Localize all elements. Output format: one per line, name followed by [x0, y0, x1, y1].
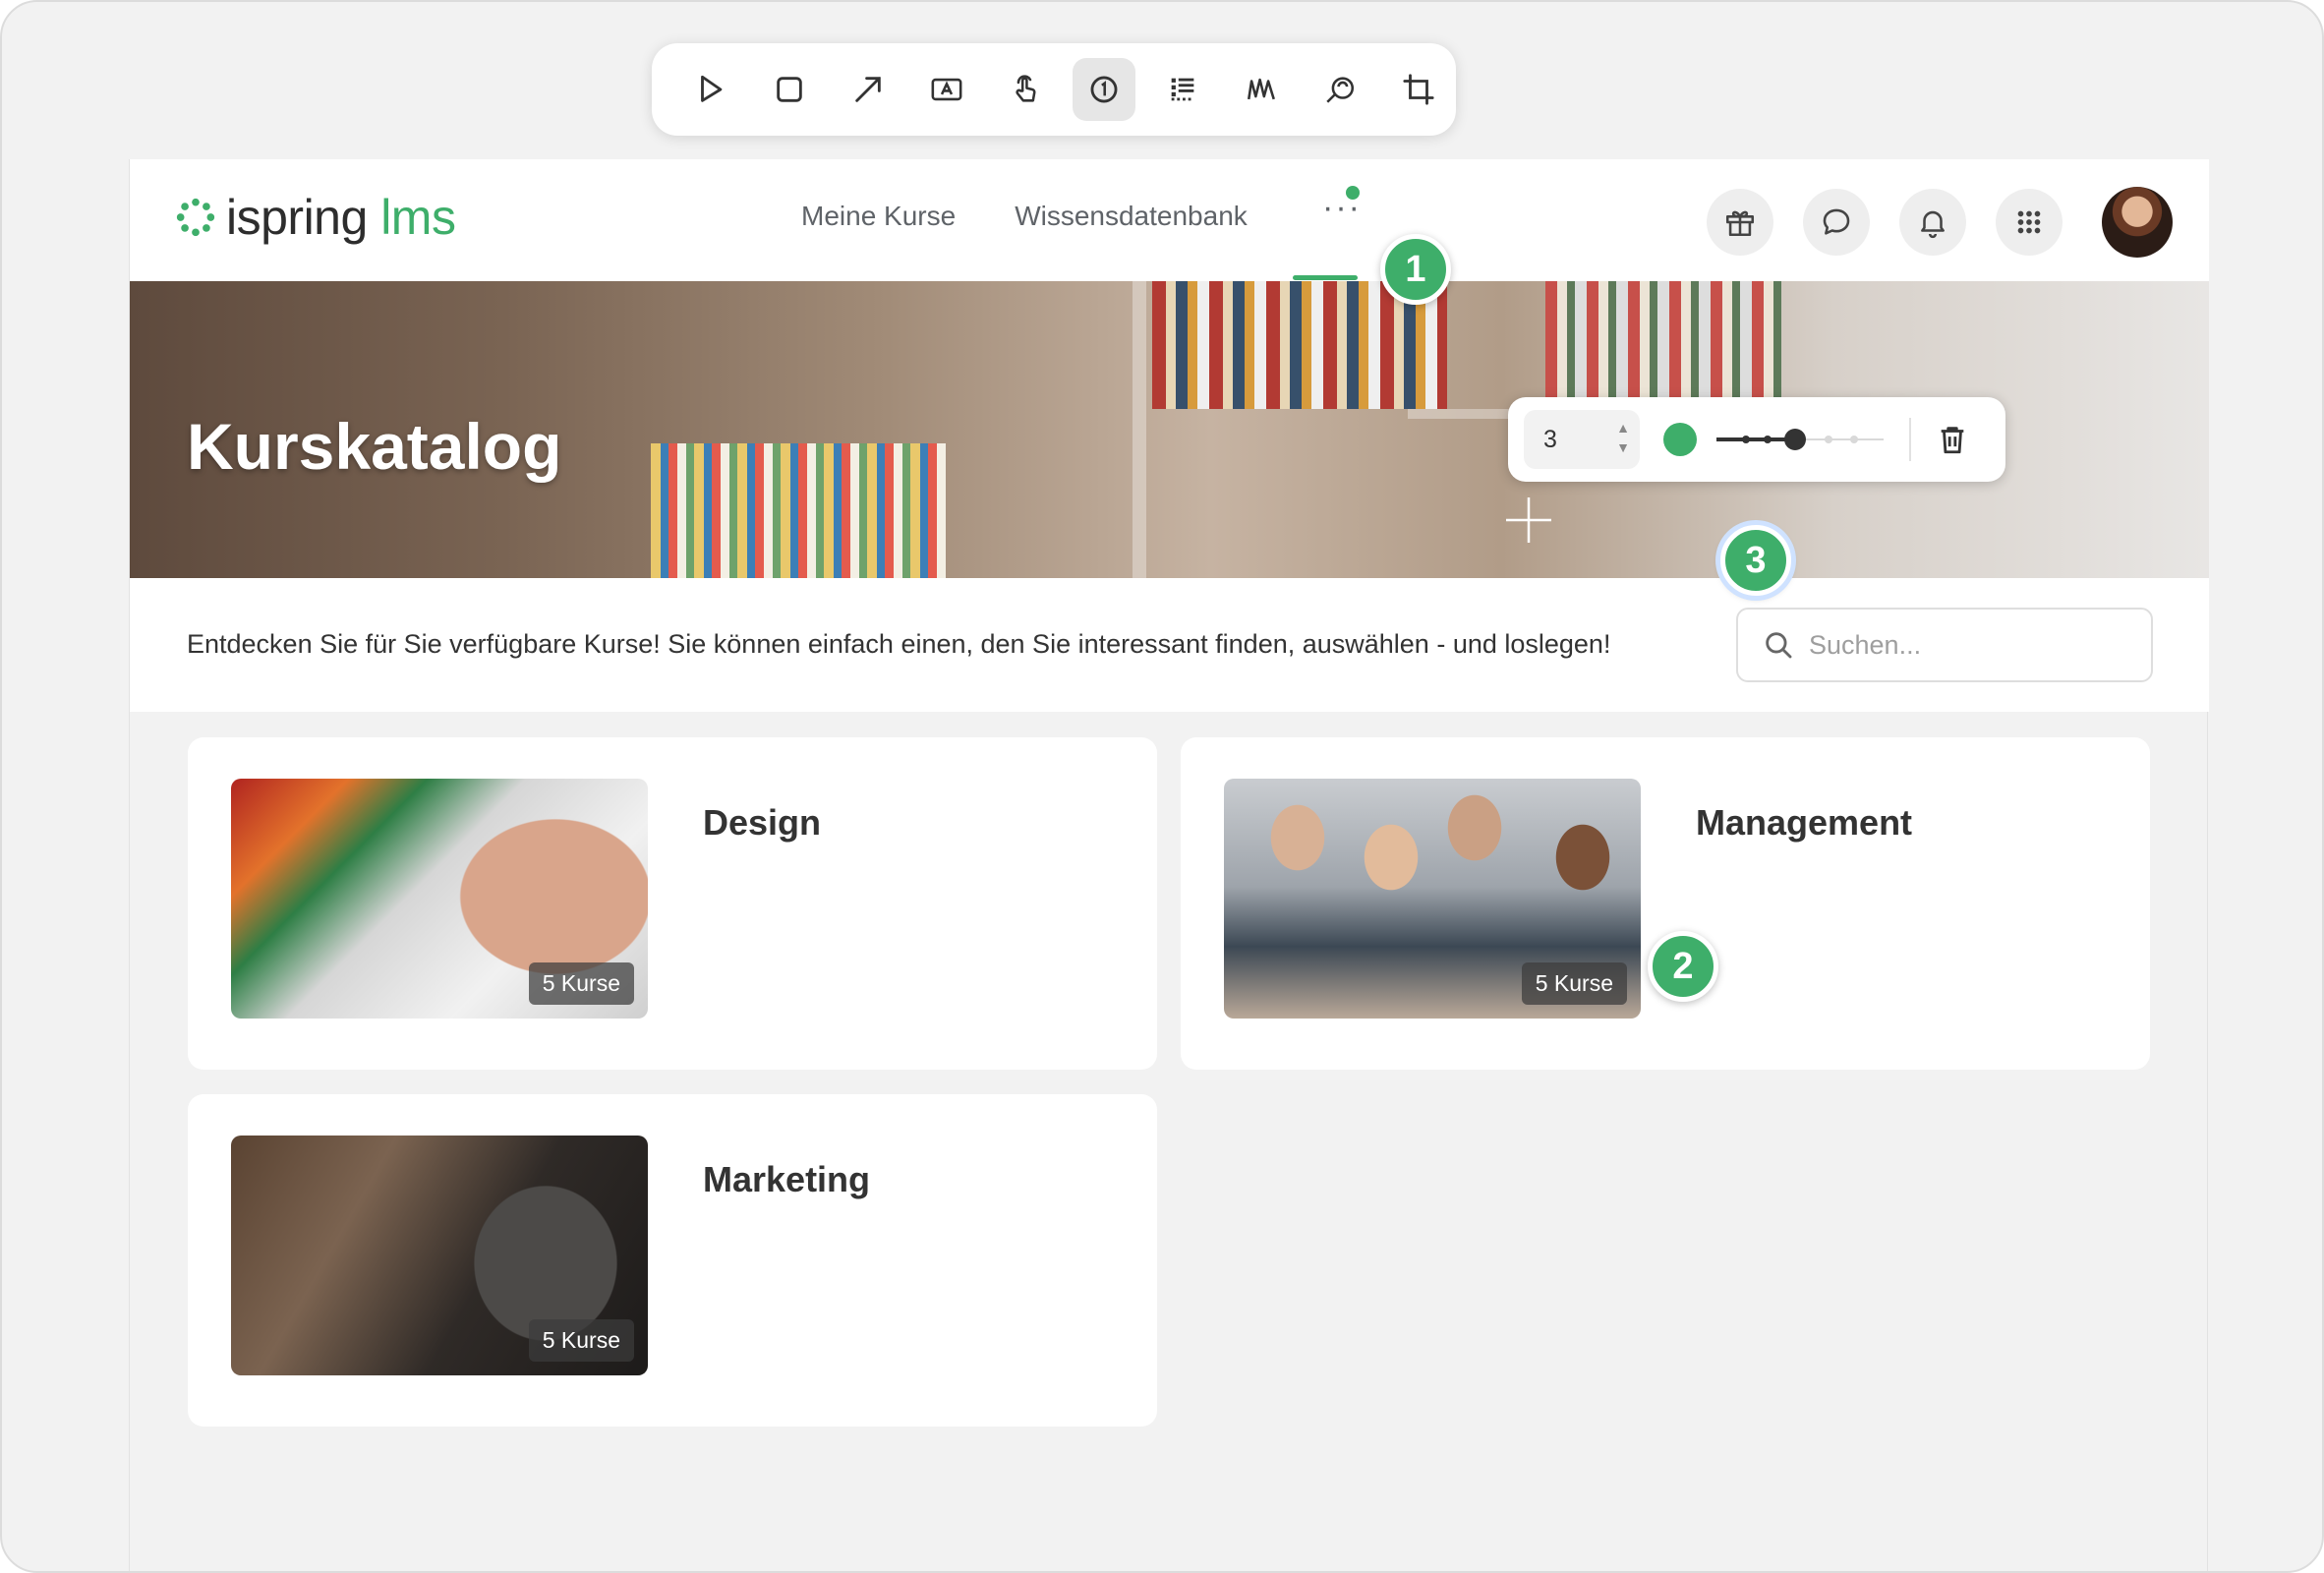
- step-marker-1[interactable]: 1: [1380, 234, 1451, 305]
- color-picker-swatch[interactable]: [1663, 423, 1697, 456]
- crop-tool-button[interactable]: [1387, 58, 1450, 121]
- number-tool-button[interactable]: [1073, 58, 1135, 121]
- header-icon-group: [1707, 189, 2063, 256]
- rectangle-icon: [777, 77, 802, 102]
- crosshair-cursor-icon: [1506, 497, 1551, 543]
- intro-bar: Entdecken Sie für Sie verfügbare Kurse! …: [130, 578, 2209, 712]
- logo-burst-icon: [176, 198, 215, 237]
- notifications-button[interactable]: [1899, 189, 1966, 256]
- slider-tick: [1825, 436, 1832, 443]
- category-card-design[interactable]: 5 Kurse Design: [188, 737, 1157, 1070]
- hand-click-icon: [1016, 75, 1036, 102]
- annotation-toolbar: [652, 43, 1456, 136]
- user-avatar[interactable]: [2102, 187, 2173, 258]
- slider-fill: [1716, 437, 1795, 441]
- size-slider[interactable]: [1716, 423, 1884, 456]
- stepper-arrows-icon[interactable]: ▲ ▼: [1616, 418, 1630, 457]
- blur-tool-button[interactable]: [1151, 58, 1214, 121]
- course-count-badge: 5 Kurse: [528, 1319, 634, 1362]
- nav-more-button[interactable]: ···: [1309, 189, 1374, 248]
- cursor-arrow-icon: [701, 75, 723, 102]
- hero-shelf-edge: [1133, 281, 1146, 578]
- nav-notification-dot: [1346, 186, 1360, 200]
- click-tool-button[interactable]: [994, 58, 1057, 121]
- delete-marker-button[interactable]: [1931, 418, 1974, 461]
- crop-icon: [1403, 74, 1434, 105]
- category-image-design: 5 Kurse: [231, 779, 648, 1019]
- magnifier-icon: [1326, 77, 1355, 103]
- number-stepper-value: 3: [1543, 426, 1557, 453]
- nav-item-meine-kurse[interactable]: Meine Kurse: [801, 201, 956, 232]
- slider-handle[interactable]: [1784, 429, 1806, 450]
- arrow-tool-button[interactable]: [837, 58, 900, 121]
- apps-button[interactable]: [1996, 189, 2063, 256]
- nav-item-wissensdatenbank[interactable]: Wissensdatenbank: [1015, 201, 1248, 232]
- hero-books-far: [1545, 281, 1781, 399]
- nav-active-indicator: [1293, 275, 1358, 280]
- category-title[interactable]: Marketing: [703, 1159, 870, 1200]
- bell-icon: [1921, 210, 1945, 239]
- step-marker-2[interactable]: 2: [1648, 931, 1718, 1002]
- category-card-management[interactable]: 5 Kurse Management: [1181, 737, 2150, 1070]
- numbered-marker-icon: [1090, 76, 1118, 103]
- highlighter-icon: [1247, 78, 1275, 100]
- slider-tick: [1742, 436, 1750, 443]
- marker-properties-popup: 3 ▲ ▼: [1508, 397, 2005, 482]
- magnify-tool-button[interactable]: [1308, 58, 1371, 121]
- step-marker-3[interactable]: 3: [1720, 525, 1791, 596]
- chat-icon: [1823, 208, 1850, 235]
- category-card-marketing[interactable]: 5 Kurse Marketing: [188, 1094, 1157, 1427]
- category-image-management: 5 Kurse: [1224, 779, 1641, 1019]
- app-header: ispring lms Meine Kurse Wissensdatenbank…: [130, 159, 2209, 281]
- rectangle-tool-button[interactable]: [758, 58, 821, 121]
- main-nav: Meine Kurse Wissensdatenbank: [801, 201, 1248, 232]
- page-title: Kurskatalog: [187, 410, 562, 483]
- screenshot-frame: ispring lms Meine Kurse Wissensdatenbank…: [0, 0, 2324, 1573]
- highlight-tool-button[interactable]: [1230, 58, 1293, 121]
- apps-grid-icon: [2017, 210, 2041, 234]
- slider-tick: [1850, 436, 1858, 443]
- intro-text: Entdecken Sie für Sie verfügbare Kurse! …: [187, 629, 1611, 659]
- text-tool-button[interactable]: [915, 58, 978, 121]
- ispring-logo[interactable]: ispring lms: [173, 189, 456, 246]
- text-box-icon: [931, 78, 962, 101]
- arrow-icon: [855, 77, 881, 102]
- hero-books-left: [651, 443, 946, 578]
- category-title[interactable]: Management: [1696, 802, 1912, 844]
- blur-grid-icon: [1171, 78, 1194, 101]
- logo-wordmark: ispring lms: [226, 190, 456, 245]
- category-title[interactable]: Design: [703, 802, 821, 844]
- select-tool-button[interactable]: [679, 58, 742, 121]
- chat-button[interactable]: [1803, 189, 1870, 256]
- slider-tick: [1764, 436, 1772, 443]
- course-count-badge: 5 Kurse: [528, 962, 634, 1005]
- search-icon: [1766, 632, 1792, 659]
- category-image-marketing: 5 Kurse: [231, 1136, 648, 1375]
- course-count-badge: 5 Kurse: [1521, 962, 1627, 1005]
- trash-icon: [1941, 427, 1964, 454]
- search-input[interactable]: Suchen...: [1736, 608, 2153, 682]
- lms-app-window: ispring lms Meine Kurse Wissensdatenbank…: [129, 159, 2209, 1571]
- search-placeholder: Suchen...: [1809, 629, 1922, 660]
- popup-divider: [1909, 418, 1911, 461]
- gift-icon: [1725, 210, 1755, 237]
- number-stepper[interactable]: 3 ▲ ▼: [1524, 410, 1640, 469]
- gift-button[interactable]: [1707, 189, 1773, 256]
